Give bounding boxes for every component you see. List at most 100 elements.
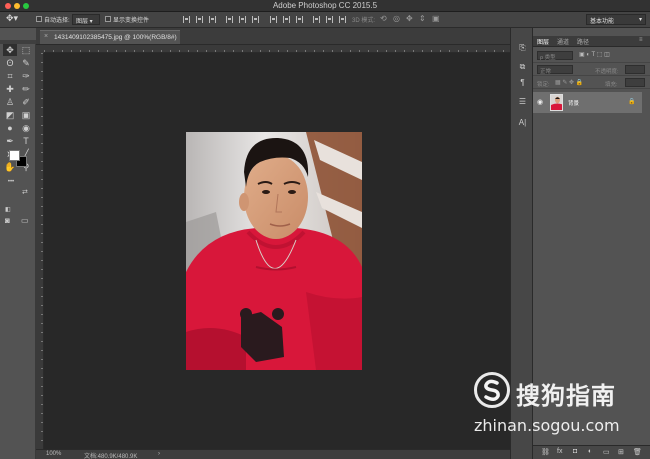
sogou-logo-icon <box>474 372 510 408</box>
filter-type-icons[interactable]: ▣ ◐ T ⬚ ◫ <box>579 51 610 58</box>
move-tool-preset-icon[interactable]: ✥▾ <box>6 13 18 24</box>
thumbnail-image <box>551 95 562 110</box>
type-icon[interactable]: T <box>19 135 33 147</box>
screen-mode-icon[interactable]: ▭ <box>21 216 29 225</box>
character-panel-icon[interactable]: A| <box>516 117 529 129</box>
align-center-icon[interactable] <box>239 16 246 23</box>
swap-colors-icon[interactable]: ⇄ <box>22 188 28 196</box>
adjustment-layer-icon[interactable]: ◐ <box>588 448 592 455</box>
distribute-top-icon[interactable] <box>270 16 277 23</box>
align-right-icon[interactable] <box>252 16 259 23</box>
layer-item-background[interactable]: ◉ 背景 🔒 <box>533 92 642 113</box>
distribute-bottom-icon[interactable] <box>296 16 303 23</box>
distribute-center-icon[interactable] <box>326 16 333 23</box>
marquee-icon[interactable]: ⬚ <box>19 44 33 56</box>
mode-3d-label: 3D 模式: <box>352 18 376 24</box>
auto-select-label: 自动选择: <box>44 18 70 24</box>
distribute-middle-icon[interactable] <box>283 16 290 23</box>
properties-panel-icon[interactable]: ⧉ <box>516 61 529 73</box>
more-tools-icon[interactable]: ••• <box>4 176 18 188</box>
layer-filter-row: ρ 类型 ▣ ◐ T ⬚ ◫ <box>533 49 650 63</box>
auto-select-value: 图层 <box>76 19 89 25</box>
document-tab-label: 1431409102385475.jpg @ 100%(RGB/8#) <box>54 34 177 41</box>
brush-icon[interactable]: ✏ <box>19 83 33 95</box>
auto-select-checkbox[interactable] <box>36 16 42 22</box>
history-brush-icon[interactable]: ✐ <box>19 96 33 108</box>
3d-pan-icon[interactable]: ✥ <box>406 14 413 23</box>
toolbox: ✥ ⬚ ʘ ✎ ⌗ ✑ ✚ ✏ ♙ ✐ ◩ ▣ ● ◉ ✒ T ➤ ╱ ✋ ⚲ … <box>0 40 36 459</box>
workspace-dropdown[interactable]: 基本功能 ▾ <box>586 14 646 25</box>
blur-icon[interactable]: ● <box>3 122 17 134</box>
panel-menu-icon[interactable]: ≡ <box>639 37 643 43</box>
show-transform-checkbox[interactable] <box>105 16 111 22</box>
paragraph-panel-icon[interactable]: ¶ <box>516 77 529 89</box>
move-icon[interactable]: ✥ <box>3 44 17 56</box>
window-title: Adobe Photoshop CC 2015.5 <box>272 1 378 10</box>
delete-layer-icon[interactable]: 🗑 <box>633 448 642 456</box>
blend-mode-dropdown[interactable]: 正常 <box>537 65 573 75</box>
zoom-level[interactable]: 100% <box>46 451 61 457</box>
close-tab-icon[interactable]: × <box>44 33 48 40</box>
document-info: 文档:480.9K/480.9K <box>84 454 138 459</box>
align-left-icon[interactable] <box>226 16 233 23</box>
status-bar: 100% 文档:480.9K/480.9K › <box>36 449 510 459</box>
lock-row: 锁定: ▦ ✎ ✥ 🔒 填充: <box>533 77 650 89</box>
document-tab-bar: × 1431409102385475.jpg @ 100%(RGB/8#) <box>36 28 510 45</box>
dodge-icon[interactable]: ◉ <box>19 122 33 134</box>
status-menu-icon[interactable]: › <box>158 451 160 457</box>
layers-panel-footer: ⛓ fx ◘ ◐ ▭ ⊞ 🗑 <box>533 445 650 459</box>
document-tab[interactable]: × 1431409102385475.jpg @ 100%(RGB/8#) <box>40 30 180 44</box>
distribute-left-icon[interactable] <box>313 16 320 23</box>
layer-style-icon[interactable]: fx <box>557 448 562 455</box>
foreground-color-swatch[interactable] <box>9 150 20 161</box>
fill-label: 填充: <box>605 82 618 88</box>
adjustments-panel-icon[interactable]: ☰ <box>516 96 529 108</box>
layer-lock-icon: 🔒 <box>628 99 636 105</box>
lock-options-icons[interactable]: ▦ ✎ ✥ 🔒 <box>555 79 583 86</box>
distribute-right-icon[interactable] <box>339 16 346 23</box>
opacity-field[interactable] <box>625 65 645 74</box>
tab-channels[interactable]: 通道 <box>557 37 569 46</box>
default-colors-icon[interactable]: ◧ <box>5 206 11 213</box>
lasso-icon[interactable]: ʘ <box>3 57 17 69</box>
layer-name: 背景 <box>568 101 580 107</box>
new-layer-icon[interactable]: ⊞ <box>618 448 624 456</box>
hand-icon[interactable]: ✋ <box>3 161 17 173</box>
stamp-icon[interactable]: ♙ <box>3 96 17 108</box>
history-panel-icon[interactable]: ⎘ <box>516 42 529 54</box>
layer-filter-dropdown[interactable]: ρ 类型 <box>537 51 573 61</box>
portrait-photo <box>186 132 362 370</box>
horizontal-ruler[interactable] <box>44 45 510 53</box>
ruler-origin[interactable] <box>36 45 44 53</box>
new-group-icon[interactable]: ▭ <box>603 448 610 456</box>
gradient-icon[interactable]: ▣ <box>19 109 33 121</box>
document-image[interactable] <box>186 132 362 370</box>
3d-scale-icon[interactable]: ▣ <box>432 14 440 23</box>
eraser-icon[interactable]: ◩ <box>3 109 17 121</box>
pen-icon[interactable]: ✒ <box>3 135 17 147</box>
vertical-ruler[interactable] <box>36 53 44 449</box>
tab-paths[interactable]: 路径 <box>577 37 589 46</box>
visibility-eye-icon[interactable]: ◉ <box>537 98 543 106</box>
layers-panel-tabs: 图层 通道 路径 ≡ <box>533 36 650 47</box>
3d-rotate-icon[interactable]: ⟲ <box>380 14 387 23</box>
add-mask-icon[interactable]: ◘ <box>573 448 577 455</box>
align-middle-icon[interactable] <box>196 16 203 23</box>
healing-icon[interactable]: ✚ <box>3 83 17 95</box>
align-top-icon[interactable] <box>183 16 190 23</box>
quick-mask-icon[interactable]: ◙ <box>5 216 10 225</box>
eyedropper-icon[interactable]: ✑ <box>19 70 33 82</box>
3d-roll-icon[interactable]: ◎ <box>393 14 400 23</box>
watermark-brand: 搜狗指南 <box>516 382 616 410</box>
auto-select-dropdown[interactable]: 图层 ▾ <box>72 14 100 25</box>
lock-label: 锁定: <box>537 82 550 88</box>
tab-layers[interactable]: 图层 <box>537 37 549 46</box>
fill-field[interactable] <box>625 78 645 87</box>
3d-slide-icon[interactable]: ⇕ <box>419 14 426 23</box>
window-titlebar: Adobe Photoshop CC 2015.5 <box>0 0 650 12</box>
quick-select-icon[interactable]: ✎ <box>19 57 33 69</box>
watermark-url: zhinan.sogou.com <box>474 416 620 435</box>
link-layers-icon[interactable]: ⛓ <box>541 448 550 456</box>
crop-icon[interactable]: ⌗ <box>3 70 17 82</box>
align-bottom-icon[interactable] <box>209 16 216 23</box>
